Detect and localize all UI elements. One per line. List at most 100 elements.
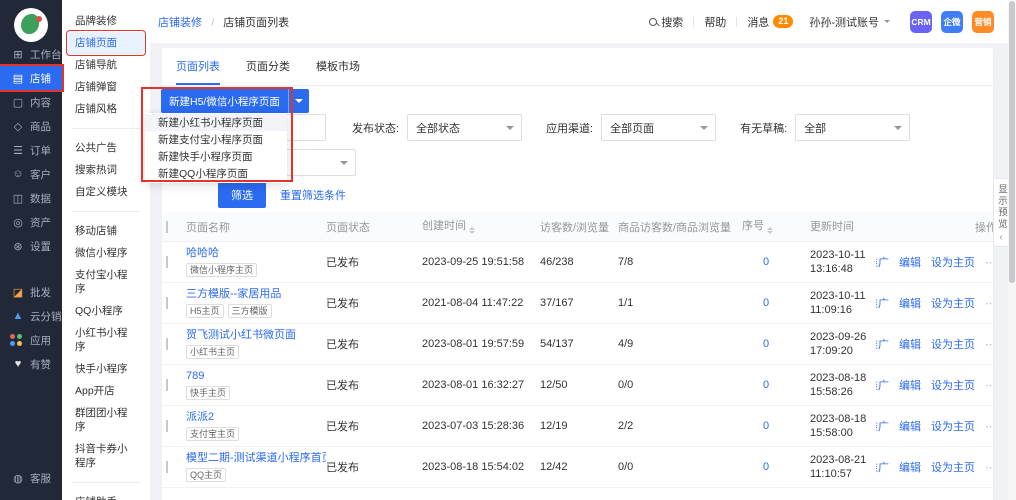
action-推广[interactable]: 推广	[876, 459, 889, 475]
column-header[interactable]: 序号	[742, 217, 810, 237]
action-设为主页[interactable]: 设为主页	[931, 295, 975, 311]
show-preview-toggle[interactable]: 显示预览 ‹	[993, 178, 1008, 247]
more-actions-button[interactable]: ⋯	[985, 338, 993, 351]
sequence-link[interactable]: 0	[742, 256, 804, 268]
row-checkbox[interactable]	[166, 256, 186, 268]
sidebar-item-4[interactable]: ☰ 订单	[0, 138, 62, 162]
menu-item[interactable]: 新建QQ小程序页面	[145, 165, 287, 182]
subnav-item[interactable]: 抖音卡券小程序	[68, 438, 144, 474]
subnav-item[interactable]: 小红书小程序	[68, 322, 144, 358]
sidebar-item-9[interactable]: ◪ 批发	[0, 280, 62, 304]
store-logo-avatar[interactable]	[14, 8, 48, 42]
column-header[interactable]: 创建时间	[422, 217, 540, 237]
sidebar-item-2[interactable]: ▢ 内容	[0, 90, 62, 114]
sidebar-item-11[interactable]: 应用	[0, 328, 62, 352]
sequence-link[interactable]: 0	[742, 420, 804, 432]
select-all-checkbox[interactable]	[166, 220, 186, 233]
sidebar-item-10[interactable]: ▲ 云分销	[0, 304, 62, 328]
reset-filters-link[interactable]: 重置筛选条件	[280, 187, 346, 203]
sequence-link[interactable]: 0	[742, 338, 804, 350]
action-编辑[interactable]: 编辑	[899, 254, 921, 270]
action-推广[interactable]: 推广	[876, 254, 889, 270]
action-推广[interactable]: 推广	[876, 336, 889, 352]
tab-页面分类[interactable]: 页面分类	[246, 48, 290, 85]
sidebar-item-6[interactable]: ◫ 数据	[0, 186, 62, 210]
action-编辑[interactable]: 编辑	[899, 336, 921, 352]
sidebar-item-1[interactable]: ▤ 店铺	[0, 64, 64, 92]
page-scrollbar[interactable]	[1008, 0, 1016, 500]
page-name-link[interactable]: 派派2	[186, 411, 214, 423]
subnav-item[interactable]: 自定义模块	[68, 181, 144, 203]
sort-icon[interactable]	[767, 224, 773, 237]
tab-页面列表[interactable]: 页面列表	[176, 48, 220, 85]
page-name-link[interactable]: 哈哈哈	[186, 247, 219, 259]
subnav-item[interactable]: 快手小程序	[68, 358, 144, 380]
action-设为主页[interactable]: 设为主页	[931, 377, 975, 393]
subnav-item[interactable]: 店铺助手	[68, 491, 144, 500]
sidebar-item-7[interactable]: ◎ 资产	[0, 210, 62, 234]
action-设为主页[interactable]: 设为主页	[931, 459, 975, 475]
app-shortcut-营销[interactable]: 营销	[972, 10, 994, 33]
row-checkbox[interactable]	[166, 338, 186, 350]
tab-模板市场[interactable]: 模板市场	[316, 48, 360, 85]
row-checkbox[interactable]	[166, 461, 186, 473]
sequence-link[interactable]: 0	[742, 461, 804, 473]
more-actions-button[interactable]: ⋯	[985, 297, 993, 310]
sidebar-item-12[interactable]: ♥ 有赞	[0, 352, 62, 376]
subnav-item[interactable]: 群团团小程序	[68, 402, 144, 438]
dropdown-toggle[interactable]	[287, 89, 309, 113]
more-actions-button[interactable]: ⋯	[985, 420, 993, 433]
action-编辑[interactable]: 编辑	[899, 418, 921, 434]
account-menu[interactable]: 孙孙-测试账号	[809, 14, 890, 30]
filter-select[interactable]: 全部状态	[407, 114, 523, 141]
sequence-link[interactable]: 0	[742, 379, 804, 391]
menu-item[interactable]: 新建快手小程序页面	[145, 148, 287, 165]
row-checkbox[interactable]	[166, 420, 186, 432]
search-button[interactable]: 搜索	[649, 14, 683, 30]
customer-service-button[interactable]: ◍ 客服	[0, 466, 62, 490]
page-name-link[interactable]: 贺飞测试小红书微页面	[186, 329, 296, 341]
subnav-item[interactable]: 支付宝小程序	[68, 264, 144, 300]
menu-item[interactable]: 新建小红书小程序页面	[145, 114, 287, 131]
filter-button[interactable]: 筛选	[218, 182, 266, 208]
action-编辑[interactable]: 编辑	[899, 459, 921, 475]
more-actions-button[interactable]: ⋯	[985, 461, 993, 474]
action-设为主页[interactable]: 设为主页	[931, 254, 975, 270]
subnav-item[interactable]: QQ小程序	[68, 300, 144, 322]
breadcrumb-link-decoration[interactable]: 店铺装修	[158, 17, 202, 29]
help-button[interactable]: 帮助	[704, 14, 726, 30]
row-checkbox[interactable]	[166, 379, 186, 391]
subnav-item[interactable]: 店铺页面	[66, 30, 146, 56]
app-shortcut-企微[interactable]: 企微	[941, 10, 963, 33]
subnav-item[interactable]: 公共广告	[68, 137, 144, 159]
sidebar-item-0[interactable]: ⊞ 工作台	[0, 42, 62, 66]
menu-item[interactable]: 新建支付宝小程序页面	[145, 131, 287, 148]
filter-select[interactable]: 全部页面	[601, 114, 717, 141]
action-设为主页[interactable]: 设为主页	[931, 336, 975, 352]
page-name-link[interactable]: 三方模版--家居用品	[186, 288, 281, 300]
more-actions-button[interactable]: ⋯	[985, 379, 993, 392]
subnav-item[interactable]: App开店	[68, 380, 144, 402]
subnav-item[interactable]: 微信小程序	[68, 242, 144, 264]
subnav-item[interactable]: 搜索热词	[68, 159, 144, 181]
action-编辑[interactable]: 编辑	[899, 377, 921, 393]
subnav-item[interactable]: 品牌装修	[68, 10, 144, 32]
action-推广[interactable]: 推广	[876, 377, 889, 393]
action-编辑[interactable]: 编辑	[899, 295, 921, 311]
subnav-item[interactable]: 店铺弹窗	[68, 76, 144, 98]
subnav-item[interactable]: 移动店铺	[68, 220, 144, 242]
sequence-link[interactable]: 0	[742, 297, 804, 309]
sidebar-item-8[interactable]: ⊛ 设置	[0, 234, 62, 258]
page-name-link[interactable]: 模型二期-测试渠道小程序首页	[186, 452, 326, 464]
filter-select[interactable]: 全部	[795, 114, 911, 141]
sort-icon[interactable]	[469, 224, 475, 237]
action-设为主页[interactable]: 设为主页	[931, 418, 975, 434]
scrollbar-thumb[interactable]	[1009, 1, 1015, 283]
messages-button[interactable]: 消息 21	[747, 14, 794, 30]
action-推广[interactable]: 推广	[876, 418, 889, 434]
action-推广[interactable]: 推广	[876, 295, 889, 311]
sidebar-item-5[interactable]: ☺ 客户	[0, 162, 62, 186]
subnav-item[interactable]: 店铺风格	[68, 98, 144, 120]
page-name-link[interactable]: 789	[186, 370, 204, 382]
app-shortcut-CRM[interactable]: CRM	[910, 10, 932, 33]
